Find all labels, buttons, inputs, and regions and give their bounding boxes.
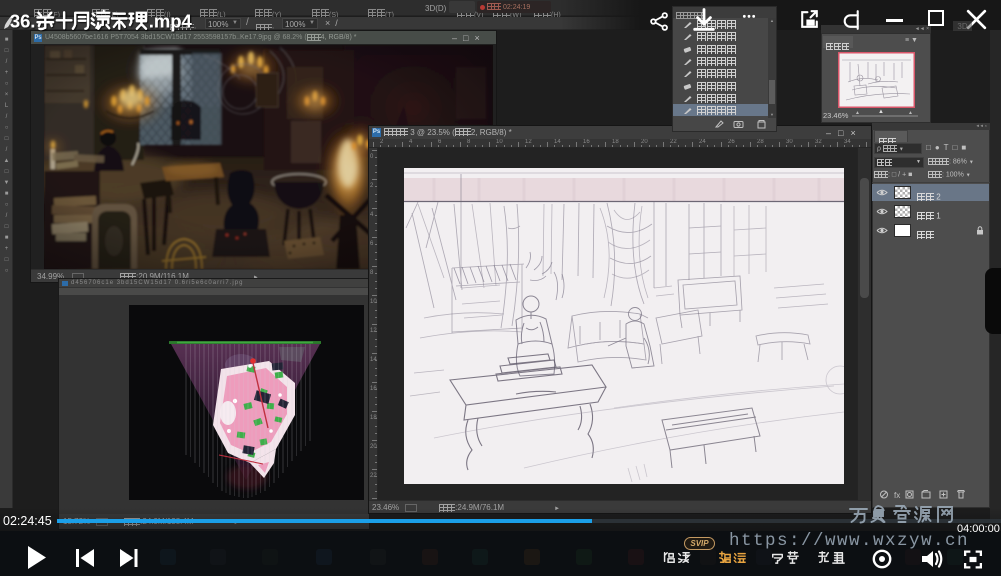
svg-text:.mp4: .mp4 — [149, 10, 193, 31]
svg-text:fx: fx — [894, 491, 900, 500]
svg-text:36.: 36. — [10, 10, 36, 31]
